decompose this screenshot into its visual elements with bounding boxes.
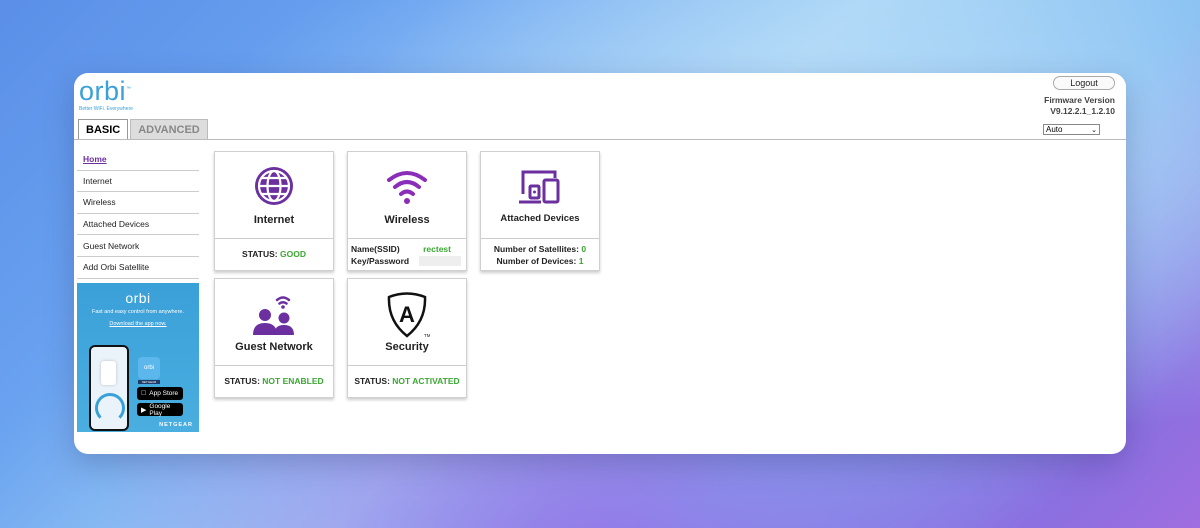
sidebar-item-wireless[interactable]: Wireless <box>77 192 199 214</box>
language-select[interactable]: Auto ⌄ <box>1043 124 1100 135</box>
status-value: NOT ENABLED <box>262 376 324 386</box>
globe-icon <box>255 167 293 205</box>
satellite-device-image <box>101 361 116 385</box>
promo-logo: orbi <box>125 290 151 306</box>
svg-text:TM: TM <box>424 333 430 338</box>
status-value: NOT ACTIVATED <box>392 376 460 386</box>
firmware-value: V9.12.2.1_1.2.10 <box>1050 106 1115 116</box>
card-title: Attached Devices <box>500 213 580 224</box>
chevron-down-icon: ⌄ <box>1091 126 1097 134</box>
app-store-button[interactable]:  App Store <box>137 387 183 400</box>
ssid-row: Name(SSID) rectest <box>351 244 461 254</box>
guest-status: STATUS: NOT ENABLED <box>224 376 324 386</box>
sidebar-item-attached-devices[interactable]: Attached Devices <box>77 214 199 236</box>
sidebar: Home Internet Wireless Attached Devices … <box>77 149 199 279</box>
main-tabs: BASIC ADVANCED <box>78 119 210 140</box>
internet-card[interactable]: Internet STATUS: GOOD <box>214 151 334 271</box>
password-hidden <box>419 256 461 266</box>
status-value: GOOD <box>279 249 306 259</box>
security-status: STATUS: NOT ACTIVATED <box>354 376 460 386</box>
sidebar-item-add-satellite[interactable]: Add Orbi Satellite <box>77 257 199 279</box>
language-selected: Auto <box>1046 125 1063 134</box>
google-play-button[interactable]: ▶ Google Play <box>137 403 183 417</box>
wireless-card[interactable]: Wireless Name(SSID) rectest Key/Password <box>347 151 467 271</box>
password-label: Key/Password <box>351 256 410 266</box>
logout-button[interactable]: Logout <box>1053 76 1115 90</box>
internet-status: STATUS: GOOD <box>242 249 306 259</box>
sidebar-item-internet[interactable]: Internet <box>77 171 199 193</box>
armor-shield-icon: A TM <box>387 292 430 338</box>
router-admin-window: orbi™ Better WiFi. Everywhere BASIC ADVA… <box>74 73 1126 454</box>
apple-icon:  <box>141 390 146 397</box>
firmware-version: Firmware Version V9.12.2.1_1.2.10 <box>1044 95 1115 117</box>
devices-row: Number of Devices: 1 <box>496 256 584 266</box>
satellites-value: 0 <box>581 244 587 254</box>
wifi-icon <box>387 171 427 204</box>
orbi-logo: orbi™ <box>79 76 132 106</box>
app-promo-banner: orbi Fast and easy control from anywhere… <box>77 283 199 432</box>
ssid-value: rectest <box>423 244 451 254</box>
tab-advanced[interactable]: ADVANCED <box>130 119 208 140</box>
orbi-app-icon: orbi <box>138 357 160 379</box>
play-icon: ▶ <box>141 406 147 414</box>
svg-text:A: A <box>399 302 415 327</box>
attached-devices-card[interactable]: Attached Devices Number of Satellites: 0… <box>480 151 600 271</box>
card-title: Wireless <box>384 214 430 226</box>
guest-network-card[interactable]: Guest Network STATUS: NOT ENABLED <box>214 278 334 398</box>
download-app-link[interactable]: Download the app now. <box>77 321 199 327</box>
tagline: Better WiFi. Everywhere <box>79 106 133 112</box>
password-row: Key/Password <box>351 256 461 266</box>
promo-text: Fast and easy control from anywhere. <box>91 309 184 315</box>
phone-image <box>89 345 129 431</box>
guest-network-icon <box>253 296 294 335</box>
devices-value: 1 <box>578 256 584 266</box>
card-title: Internet <box>253 214 295 226</box>
devices-icon <box>519 170 560 204</box>
app-sub-label: NETGEAR <box>138 380 160 384</box>
sidebar-item-guest-network[interactable]: Guest Network <box>77 235 199 257</box>
card-title: Security <box>385 341 429 353</box>
tab-divider <box>74 139 1126 140</box>
signal-arc <box>95 393 125 423</box>
satellites-row: Number of Satellites: 0 <box>493 244 587 254</box>
ssid-label: Name(SSID) <box>351 244 400 254</box>
card-title: Guest Network <box>235 341 313 353</box>
security-card[interactable]: A TM Security STATUS: NOT ACTIVATED <box>347 278 467 398</box>
firmware-label: Firmware Version <box>1044 95 1115 105</box>
netgear-logo: NETGEAR <box>159 422 193 428</box>
sidebar-item-home[interactable]: Home <box>77 149 199 171</box>
tab-basic[interactable]: BASIC <box>78 119 129 140</box>
